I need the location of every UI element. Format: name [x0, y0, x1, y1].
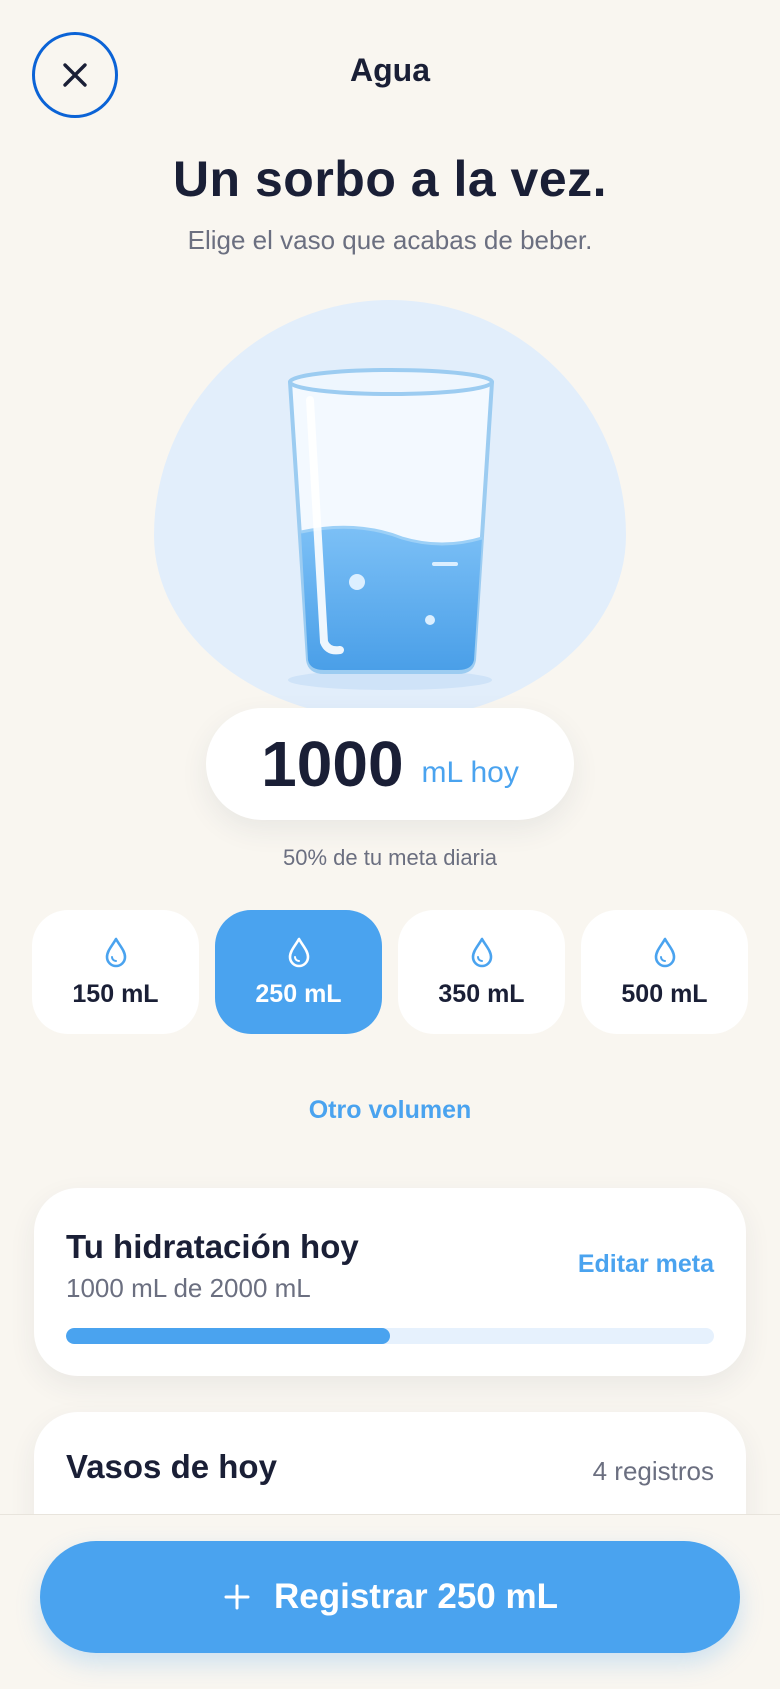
today-amount-unit: mL hoy [421, 756, 519, 789]
hydration-card: Tu hidratación hoy 1000 mL de 2000 mL Ed… [34, 1188, 746, 1376]
glass-size-options: 150 mL 250 mL 350 mL 500 mL [32, 910, 748, 1034]
size-option-label: 350 mL [438, 979, 525, 1008]
page-title: Agua [350, 52, 430, 88]
plus-icon [224, 1584, 250, 1610]
water-glass-illustration [288, 368, 494, 690]
today-amount-pill: 1000 mL hoy [206, 708, 574, 820]
size-option-label: 500 mL [621, 979, 708, 1008]
water-drop-icon [468, 936, 496, 968]
size-option-500[interactable]: 500 mL [581, 910, 748, 1034]
goal-percent-text: 50% de tu meta diaria [282, 845, 498, 870]
subheadline: Elige el vaso que acabas de beber. [187, 225, 593, 255]
hydration-progress-bar [66, 1328, 714, 1344]
records-count: 4 registros [592, 1456, 714, 1486]
size-option-label: 250 mL [255, 979, 342, 1008]
water-drop-icon [285, 936, 313, 968]
water-drop-icon [651, 936, 679, 968]
other-volume-link[interactable]: Otro volumen [0, 1096, 780, 1125]
bottom-action-bar: Registrar 250 mL [0, 1514, 780, 1689]
headline: Un sorbo a la vez. [172, 151, 608, 207]
hydration-progress-fill [66, 1328, 390, 1344]
size-option-150[interactable]: 150 mL [32, 910, 199, 1034]
hydration-title: Tu hidratación hoy [66, 1228, 359, 1265]
size-option-250[interactable]: 250 mL [215, 910, 382, 1034]
glasses-title: Vasos de hoy [66, 1448, 277, 1485]
edit-goal-link[interactable]: Editar meta [578, 1250, 714, 1279]
size-option-label: 150 mL [72, 979, 159, 1008]
water-drop-icon [102, 936, 130, 968]
hydration-subtitle: 1000 mL de 2000 mL [66, 1273, 311, 1303]
register-button-label: Registrar 250 mL [273, 1577, 559, 1616]
today-amount-value: 1000 [261, 728, 404, 800]
size-option-350[interactable]: 350 mL [398, 910, 565, 1034]
register-button[interactable]: Registrar 250 mL [40, 1541, 740, 1653]
